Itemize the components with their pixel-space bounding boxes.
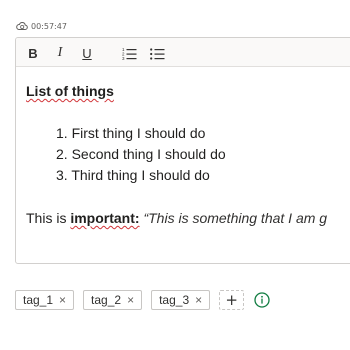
numbered-list: 1. First thing I should do 2. Second thi… <box>56 123 226 186</box>
remove-tag-icon[interactable]: × <box>195 294 202 306</box>
add-tag-button[interactable]: + <box>219 290 245 310</box>
underline-button[interactable]: U <box>80 44 94 62</box>
svg-text:3: 3 <box>122 56 125 60</box>
tag-list: tag_1 × tag_2 × tag_3 × + <box>15 290 270 310</box>
tag-chip[interactable]: tag_2 × <box>83 290 143 310</box>
save-status: 00:57:47 <box>16 21 67 31</box>
list-item: 1. First thing I should do <box>56 125 206 141</box>
bullet-list-button[interactable] <box>149 44 165 62</box>
rich-text-editor[interactable]: B I U 1 2 3 List of things 1. First thin… <box>15 37 350 264</box>
tag-chip[interactable]: tag_1 × <box>15 290 75 310</box>
remove-tag-icon[interactable]: × <box>127 294 134 306</box>
cloud-sync-icon <box>16 21 28 31</box>
important-label: important: <box>70 210 140 226</box>
tag-label: tag_1 <box>23 293 54 307</box>
quote-text: “This is something that I am g <box>139 210 328 226</box>
list-item: 2. Second thing I should do <box>56 146 226 162</box>
tag-chip[interactable]: tag_3 × <box>151 290 211 310</box>
formatting-toolbar: B I U 1 2 3 <box>16 38 350 67</box>
list-item: 3. Third thing I should do <box>56 167 210 183</box>
numbered-list-icon: 1 2 3 <box>122 47 136 60</box>
numbered-list-button[interactable]: 1 2 3 <box>121 44 137 62</box>
italic-button[interactable]: I <box>53 44 67 62</box>
bullet-list-icon <box>149 47 164 60</box>
remove-tag-icon[interactable]: × <box>59 294 66 306</box>
tag-label: tag_3 <box>159 293 190 307</box>
content-heading: List of things <box>26 83 114 99</box>
paragraph-text: This is <box>26 210 71 226</box>
info-icon[interactable] <box>254 292 270 308</box>
timestamp-text: 00:57:47 <box>31 21 67 31</box>
content-paragraph: This is important: “This is something th… <box>26 208 327 229</box>
bold-button[interactable]: B <box>26 44 40 62</box>
tag-label: tag_2 <box>91 293 122 307</box>
